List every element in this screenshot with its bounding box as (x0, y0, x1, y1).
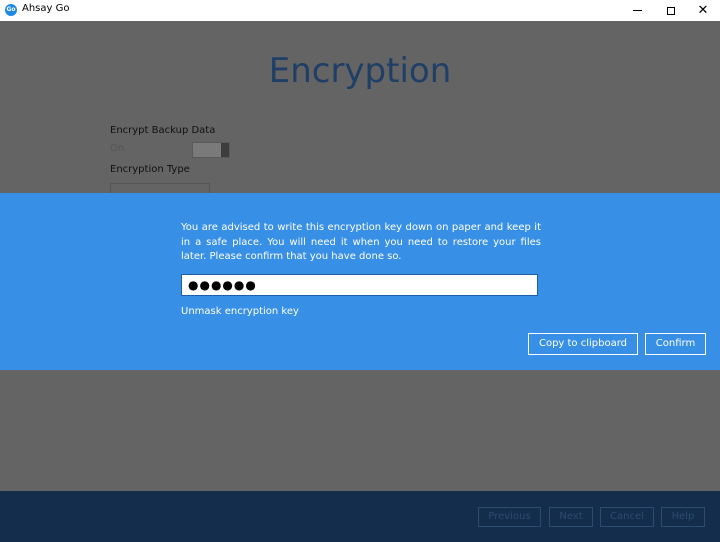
encrypt-toggle[interactable] (192, 142, 230, 158)
window-titlebar: Go Ahsay Go ✕ (0, 0, 720, 21)
page-title: Encryption (268, 51, 452, 91)
minimize-icon (632, 10, 642, 11)
app-logo-icon: Go (5, 4, 17, 16)
encryption-key-field[interactable]: ●●●●●● (181, 274, 538, 296)
encrypt-state-label: On (110, 143, 125, 154)
window-title: Ahsay Go (22, 3, 70, 14)
maximize-button[interactable] (654, 0, 688, 21)
minimize-button[interactable] (620, 0, 654, 21)
encryption-type-label: Encryption Type (110, 164, 190, 175)
confirm-button[interactable]: Confirm (645, 333, 706, 355)
close-button[interactable]: ✕ (686, 0, 720, 21)
maximize-icon (667, 6, 675, 15)
dialog-message: You are advised to write this encryption… (181, 222, 541, 262)
cancel-button[interactable]: Cancel (600, 507, 654, 527)
previous-button[interactable]: Previous (478, 507, 541, 527)
copy-to-clipboard-button[interactable]: Copy to clipboard (528, 333, 638, 355)
close-icon: ✕ (697, 3, 709, 18)
toggle-knob (221, 143, 229, 157)
encrypt-backup-label: Encrypt Backup Data (110, 125, 216, 136)
unmask-key-link[interactable]: Unmask encryption key (181, 306, 299, 317)
help-button[interactable]: Help (661, 507, 705, 527)
next-button[interactable]: Next (549, 507, 593, 527)
encryption-key-dialog: You are advised to write this encryption… (0, 193, 720, 370)
footer-bar: Previous Next Cancel Help (0, 491, 720, 542)
